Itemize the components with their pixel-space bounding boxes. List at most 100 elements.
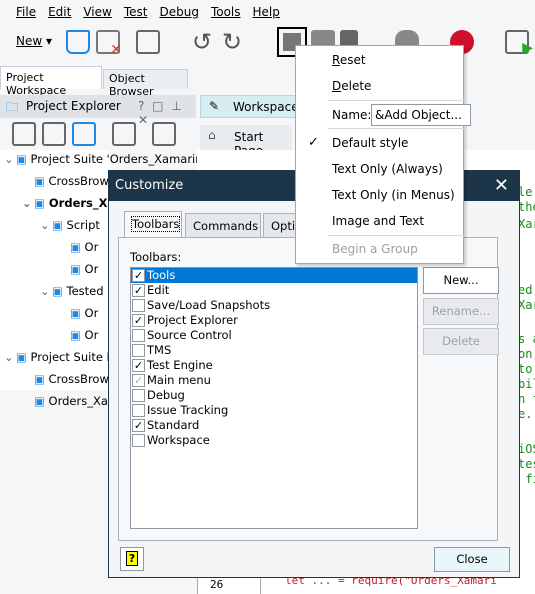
code-fragment: le [518,185,533,199]
item-icon: ▣ [70,262,81,276]
menu-test[interactable]: Test [124,5,148,19]
tree-item[interactable]: ⌄ ▣ Script [40,218,100,232]
name-field[interactable] [371,104,471,126]
toolbar-list-item[interactable]: Save/Load Snapshots [131,298,417,313]
add-new-item-icon[interactable] [42,122,66,146]
properties-icon[interactable] [112,122,136,146]
check-icon: ✓ [308,135,319,150]
menu-debug[interactable]: Debug [159,5,198,19]
tab-toolbars[interactable]: Toolbars [124,211,182,237]
add-existing-item-icon[interactable] [72,122,96,146]
code-fragment: fi [525,472,535,486]
checkbox[interactable] [132,404,145,417]
checkbox[interactable] [132,329,145,342]
tree-item[interactable]: ▣ CrossBrow [22,372,109,386]
project-explorer-icon: 🗀 [6,100,19,114]
code-fragment: the [518,200,535,214]
context-menu: Reset Delete Name: ✓ Default style Text … [295,45,471,264]
tree-item[interactable]: ⌄ ▣ Tested [40,284,104,298]
new-toolbar-button[interactable]: New... [423,267,499,294]
tree-item[interactable]: ▣ Orders_Xa [22,394,108,408]
toolbar-list-item[interactable]: Source Control [131,328,417,343]
expand-icon[interactable]: ⌄ [4,152,16,166]
code-fragment: to [518,362,533,376]
save-icon[interactable] [136,30,160,54]
toolbar-list-item[interactable]: ✓ Edit [131,283,417,298]
tree-item[interactable]: ▣ Or [58,328,98,342]
toolbar-list-item[interactable]: ✓ Project Explorer [131,313,417,328]
help-icon[interactable]: ? [120,547,144,571]
tree-item[interactable]: ▣ Or [58,306,98,320]
code-fragment: tes [518,457,535,471]
menu-view[interactable]: View [83,5,111,19]
code-fragment: Xar [518,217,535,231]
toolbar-list-item[interactable]: ✓ Standard [131,418,417,433]
checkbox[interactable] [132,299,145,312]
checkbox[interactable]: ✓ [132,374,145,387]
checkbox[interactable]: ✓ [132,284,145,297]
checkbox[interactable]: ✓ [132,314,145,327]
open-folder-icon[interactable] [66,30,90,54]
expand-icon[interactable]: ⌄ [22,196,34,210]
toolbar-list-item[interactable]: Workspace [131,433,417,448]
menu-edit[interactable]: Edit [48,5,71,19]
tree-item[interactable]: ⌄ ▣ Project Suite L [4,350,113,364]
menu-item-text-only-menus[interactable]: Text Only (in Menus) [332,188,455,202]
menu-file[interactable]: File [16,5,36,19]
tab-project-workspace[interactable]: Project Workspace [0,66,102,97]
checkbox[interactable] [132,389,145,402]
checkbox[interactable]: ✓ [132,269,145,282]
add-item-icon[interactable] [12,122,36,146]
toolbars-list[interactable]: ✓ Tools ✓ Edit Save/Load Snapshots ✓ Project E… [130,267,418,529]
toolbar-list-item[interactable]: ✓ Tools [131,268,417,283]
menu-bar: File Edit View Test Debug Tools Help [0,0,535,24]
tab-start-page[interactable]: ⌂Start Page [200,125,292,158]
tree-item[interactable]: ⌄ ▣ Project Suite 'Orders_Xamarin.Fo [4,152,219,166]
tree-item[interactable]: ⌄ ▣ Orders_X [22,196,108,210]
name-label: Name: [332,108,372,122]
item-icon: ▣ [34,372,45,386]
delete-toolbar-button[interactable]: Delete [423,328,499,355]
menu-item-delete[interactable]: Delete [332,79,371,93]
run-project-icon[interactable] [152,122,176,146]
run-icon[interactable]: ▶ [505,30,533,56]
menu-help[interactable]: Help [253,5,280,19]
tab-commands[interactable]: Commands [185,213,261,237]
code-fragment: s a [518,332,535,346]
workspace-header[interactable]: ✎ Workspace [200,95,300,118]
menu-item-text-only-always[interactable]: Text Only (Always) [332,162,443,176]
toolbar-list-item[interactable]: Issue Tracking [131,403,417,418]
close-icon[interactable]: ✕ [494,175,509,196]
item-icon: ▣ [70,240,81,254]
checkbox[interactable]: ✓ [132,419,145,432]
menu-item-default-style[interactable]: Default style [332,136,408,150]
checkbox[interactable]: ✓ [132,359,145,372]
code-fragment: on [518,347,533,361]
close-button[interactable]: Close [434,547,510,572]
item-icon: ▣ [52,218,63,232]
expand-icon[interactable]: ⌄ [40,218,52,232]
code-fragment: ed [518,283,533,297]
rename-toolbar-button[interactable]: Rename... [423,298,499,325]
tree-item[interactable]: ▣ Or [58,240,98,254]
undo-icon[interactable]: ↺ [192,28,212,56]
checkbox[interactable] [132,344,145,357]
expand-icon[interactable]: ⌄ [4,350,16,364]
expand-icon[interactable]: ⌄ [40,284,52,298]
close-project-icon[interactable]: ✕ [96,30,122,58]
tree-item[interactable]: ▣ CrossBrow [22,174,109,188]
toolbar-list-item[interactable]: ✓ Test Engine [131,358,417,373]
tab-object-browser[interactable]: Object Browser [103,69,188,98]
toolbar-list-item[interactable]: TMS [131,343,417,358]
item-icon: ▣ [34,196,45,210]
new-button[interactable]: New ▾ [16,34,52,48]
tree-item[interactable]: ▣ Or [58,262,98,276]
redo-icon[interactable]: ↻ [222,28,242,56]
menu-item-reset[interactable]: Reset [332,53,366,67]
toolbar-list-item[interactable]: Debug [131,388,417,403]
checkbox[interactable] [132,434,145,447]
toolbar-list-item[interactable]: ✓ Main menu [131,373,417,388]
menu-item-image-and-text[interactable]: Image and Text [332,214,424,228]
menu-item-begin-group[interactable]: Begin a Group [332,242,418,256]
menu-tools[interactable]: Tools [211,5,241,19]
